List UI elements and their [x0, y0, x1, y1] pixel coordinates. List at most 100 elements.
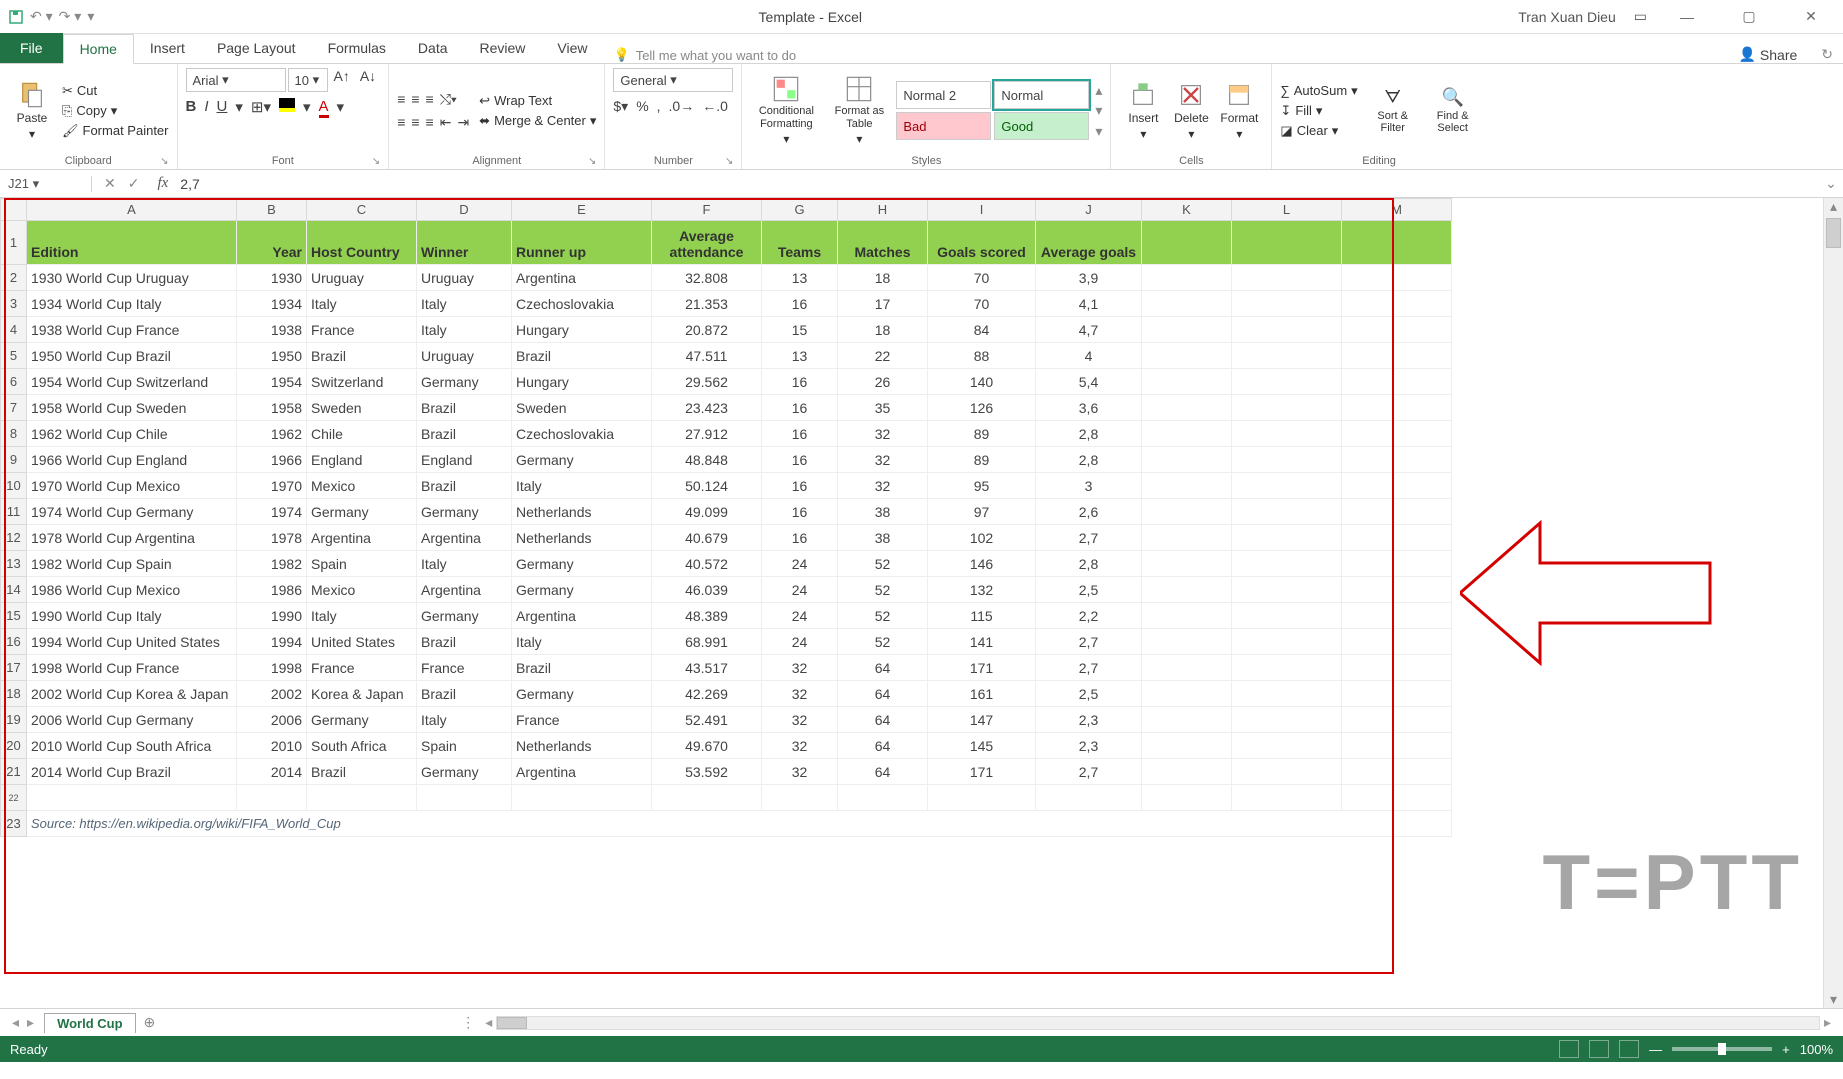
vertical-scrollbar[interactable]: ▴ ▾ [1823, 198, 1843, 1008]
cell-B17[interactable]: 1998 [237, 655, 307, 681]
cell-M3[interactable] [1342, 291, 1452, 317]
cell-row22[interactable] [1342, 785, 1452, 811]
cell-E12[interactable]: Netherlands [512, 525, 652, 551]
cell-I18[interactable]: 161 [928, 681, 1036, 707]
zoom-out-icon[interactable]: — [1649, 1042, 1662, 1057]
sort-filter-button[interactable]: ᗊSort & Filter [1368, 87, 1418, 134]
cell-K13[interactable] [1142, 551, 1232, 577]
hscroll-right-icon[interactable]: ▸ [1820, 1014, 1835, 1031]
format-painter-button[interactable]: 🖌 Format Painter [62, 123, 169, 139]
save-icon[interactable] [8, 9, 24, 25]
cell-L14[interactable] [1232, 577, 1342, 603]
tab-scroll-divider-icon[interactable]: ⋮ [455, 1014, 481, 1031]
cell-row22[interactable] [27, 785, 237, 811]
sheet-next-icon[interactable]: ▸ [23, 1014, 38, 1031]
cell-I19[interactable]: 147 [928, 707, 1036, 733]
cell-F5[interactable]: 47.511 [652, 343, 762, 369]
cell-B15[interactable]: 1990 [237, 603, 307, 629]
cell-row22[interactable] [307, 785, 417, 811]
cell-M8[interactable] [1342, 421, 1452, 447]
cell-A8[interactable]: 1962 World Cup Chile [27, 421, 237, 447]
cell-G16[interactable]: 24 [762, 629, 838, 655]
cell-D4[interactable]: Italy [417, 317, 512, 343]
cell-M15[interactable] [1342, 603, 1452, 629]
cell-D16[interactable]: Brazil [417, 629, 512, 655]
cell-C6[interactable]: Switzerland [307, 369, 417, 395]
enter-icon[interactable]: ✓ [128, 175, 140, 192]
font-color-button[interactable]: A [319, 98, 329, 118]
cell-K8[interactable] [1142, 421, 1232, 447]
cell-I14[interactable]: 132 [928, 577, 1036, 603]
cell-F15[interactable]: 48.389 [652, 603, 762, 629]
cell-row22[interactable] [512, 785, 652, 811]
cell-L16[interactable] [1232, 629, 1342, 655]
tab-insert[interactable]: Insert [134, 33, 201, 63]
cell-K3[interactable] [1142, 291, 1232, 317]
font-size-combo[interactable]: 10 ▾ [288, 68, 328, 92]
find-select-button[interactable]: 🔍Find & Select [1428, 87, 1478, 134]
cell-K16[interactable] [1142, 629, 1232, 655]
cell-I2[interactable]: 70 [928, 265, 1036, 291]
cell-C16[interactable]: United States [307, 629, 417, 655]
cell-I7[interactable]: 126 [928, 395, 1036, 421]
cell-F21[interactable]: 53.592 [652, 759, 762, 785]
cell-L3[interactable] [1232, 291, 1342, 317]
cell-M2[interactable] [1342, 265, 1452, 291]
cell-E16[interactable]: Italy [512, 629, 652, 655]
cell-E15[interactable]: Argentina [512, 603, 652, 629]
orientation-icon[interactable]: ⤭▾ [440, 91, 457, 108]
cell-A4[interactable]: 1938 World Cup France [27, 317, 237, 343]
cell-C13[interactable]: Spain [307, 551, 417, 577]
cell-H10[interactable]: 32 [838, 473, 928, 499]
cell-G12[interactable]: 16 [762, 525, 838, 551]
cell-J10[interactable]: 3 [1036, 473, 1142, 499]
col-header-H[interactable]: H [838, 199, 928, 221]
cell-G7[interactable]: 16 [762, 395, 838, 421]
qat-customize-icon[interactable]: ▾ [87, 8, 94, 25]
cell-L13[interactable] [1232, 551, 1342, 577]
cell-A19[interactable]: 2006 World Cup Germany [27, 707, 237, 733]
cell-G5[interactable]: 13 [762, 343, 838, 369]
cell-E2[interactable]: Argentina [512, 265, 652, 291]
cell-H7[interactable]: 35 [838, 395, 928, 421]
horizontal-scrollbar[interactable] [496, 1016, 1820, 1030]
cell-L19[interactable] [1232, 707, 1342, 733]
cell-A23[interactable]: Source: https://en.wikipedia.org/wiki/FI… [27, 811, 1452, 837]
cell-E3[interactable]: Czechoslovakia [512, 291, 652, 317]
cell-M11[interactable] [1342, 499, 1452, 525]
cell-E6[interactable]: Hungary [512, 369, 652, 395]
col-header-L[interactable]: L [1232, 199, 1342, 221]
cell-E8[interactable]: Czechoslovakia [512, 421, 652, 447]
cell-F4[interactable]: 20.872 [652, 317, 762, 343]
cell-K7[interactable] [1142, 395, 1232, 421]
cell-J17[interactable]: 2,7 [1036, 655, 1142, 681]
row-header-19[interactable]: 19 [1, 707, 27, 733]
font-name-combo[interactable]: Arial ▾ [186, 68, 286, 92]
cell-K9[interactable] [1142, 447, 1232, 473]
cell-J18[interactable]: 2,5 [1036, 681, 1142, 707]
cell-L15[interactable] [1232, 603, 1342, 629]
dialog-launcher-icon[interactable]: ↘ [725, 156, 733, 167]
cell-G8[interactable]: 16 [762, 421, 838, 447]
cell-K5[interactable] [1142, 343, 1232, 369]
cell-G1[interactable]: Teams [762, 221, 838, 265]
cell-M1[interactable] [1342, 221, 1452, 265]
cell-F19[interactable]: 52.491 [652, 707, 762, 733]
zoom-slider[interactable] [1672, 1047, 1772, 1051]
cell-C18[interactable]: Korea & Japan [307, 681, 417, 707]
cell-K21[interactable] [1142, 759, 1232, 785]
cell-J14[interactable]: 2,5 [1036, 577, 1142, 603]
formula-input[interactable]: 2,7 [174, 176, 1819, 192]
cell-A2[interactable]: 1930 World Cup Uruguay [27, 265, 237, 291]
row-header-4[interactable]: 4 [1, 317, 27, 343]
wrap-text-button[interactable]: ↩ Wrap Text [479, 93, 596, 109]
name-box[interactable]: J21 ▾ [0, 176, 92, 192]
cell-M7[interactable] [1342, 395, 1452, 421]
cell-D20[interactable]: Spain [417, 733, 512, 759]
cell-B11[interactable]: 1974 [237, 499, 307, 525]
row-header-16[interactable]: 16 [1, 629, 27, 655]
cell-J5[interactable]: 4 [1036, 343, 1142, 369]
cell-A11[interactable]: 1974 World Cup Germany [27, 499, 237, 525]
cell-H18[interactable]: 64 [838, 681, 928, 707]
cell-L2[interactable] [1232, 265, 1342, 291]
